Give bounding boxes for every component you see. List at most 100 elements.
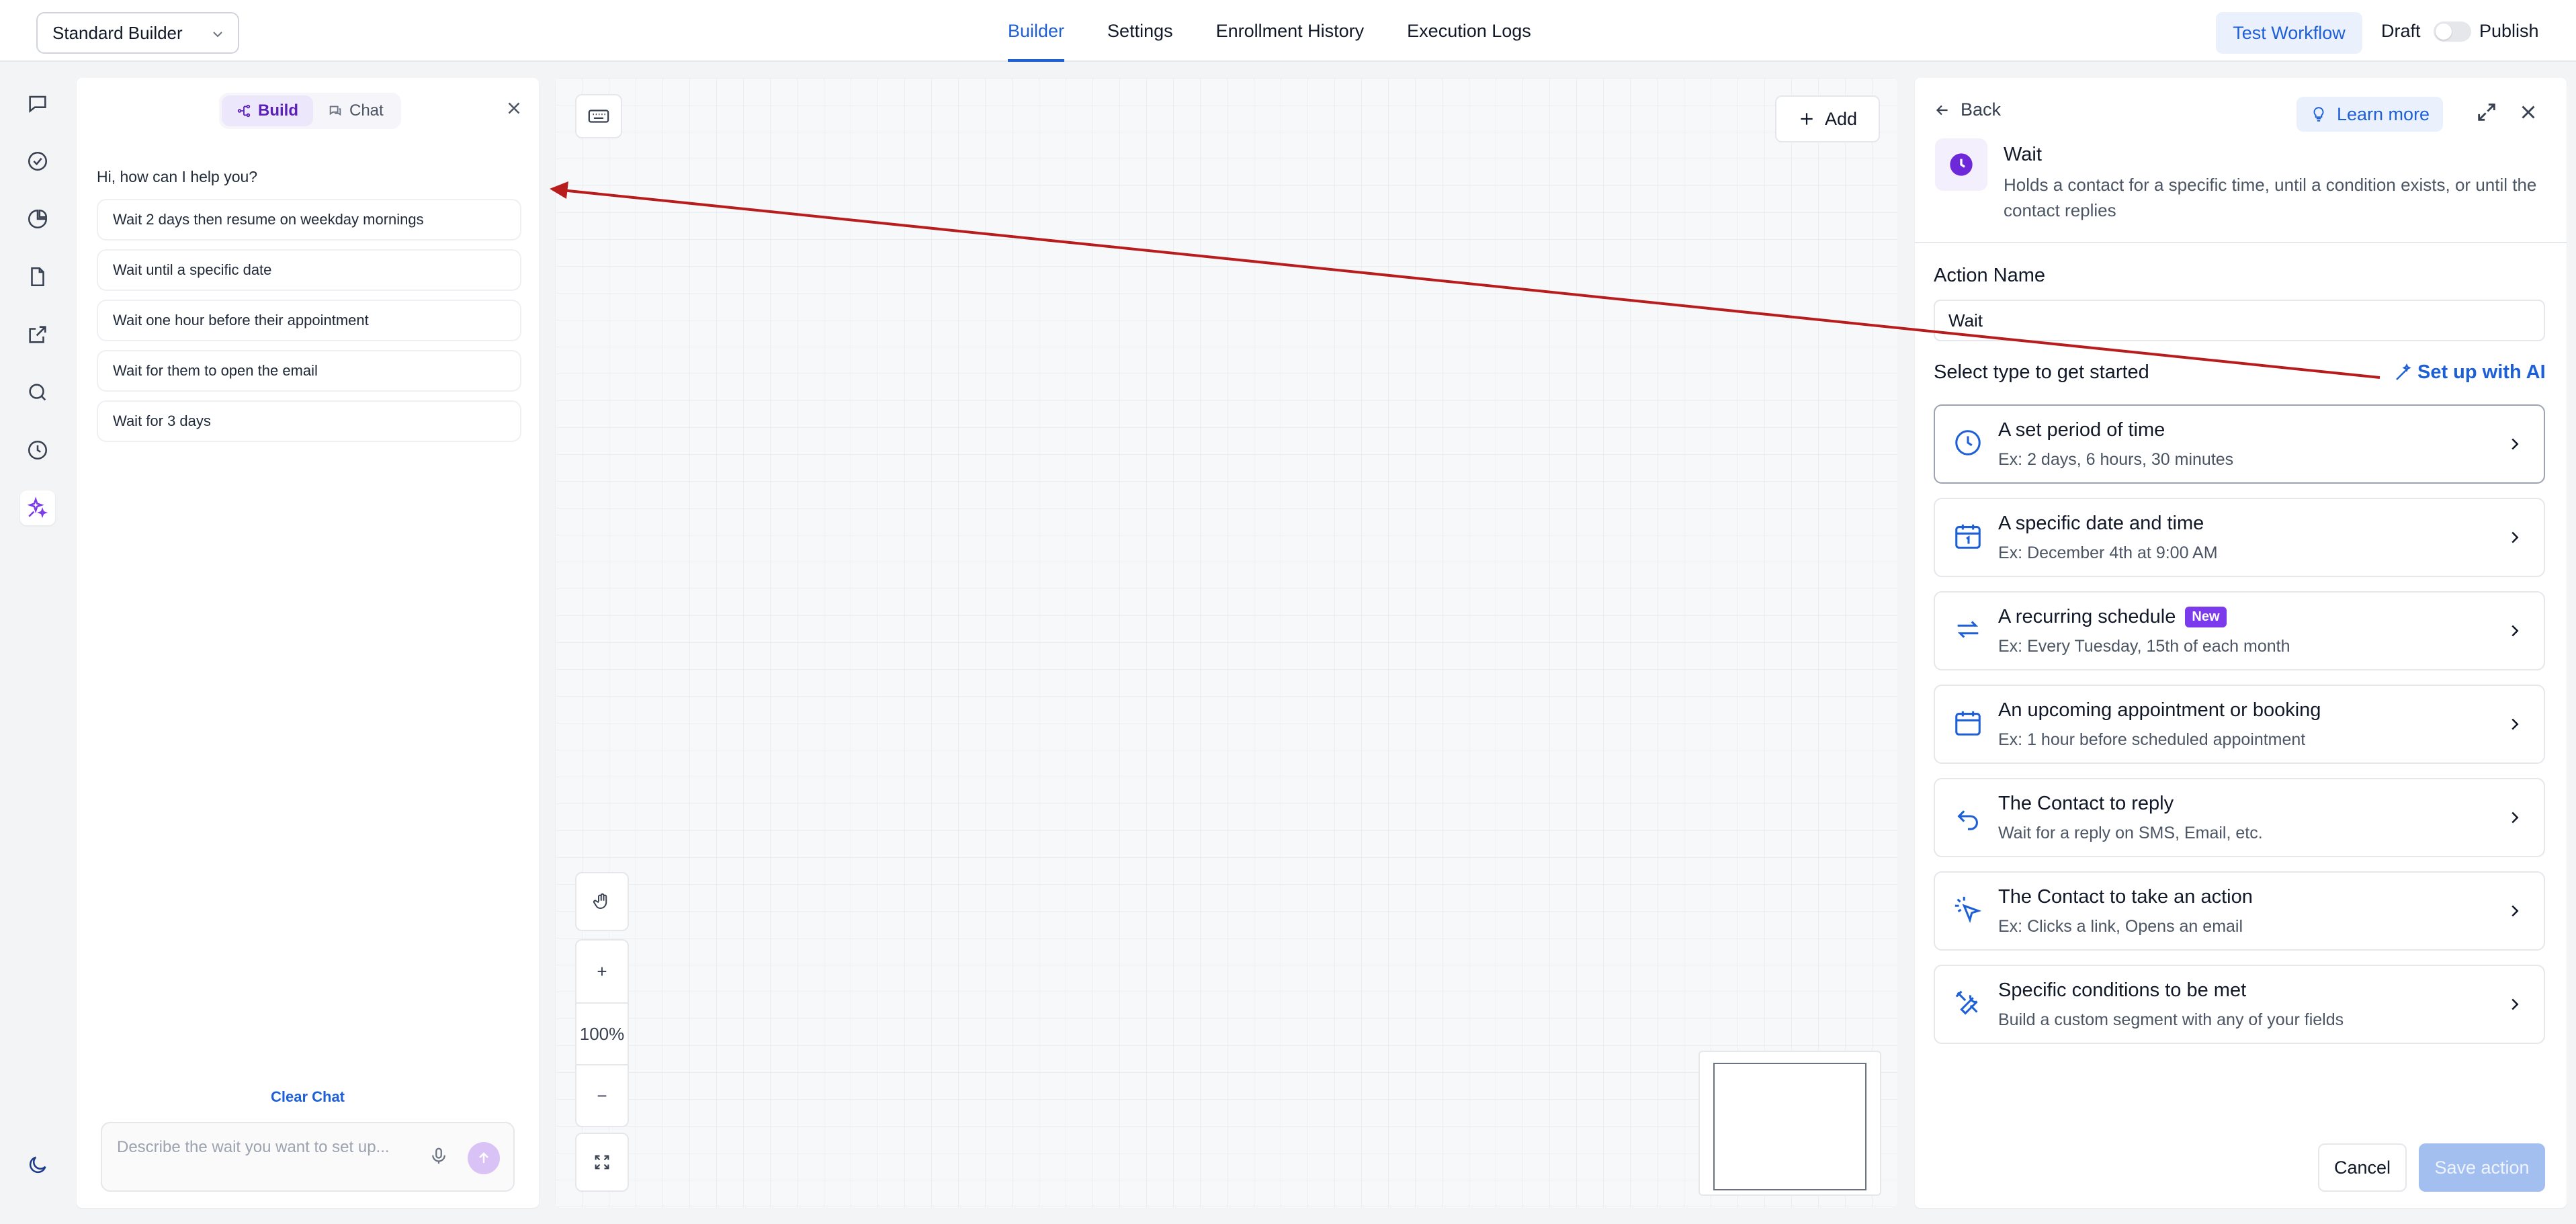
suggestion-text: Wait until a specific date — [113, 261, 272, 278]
arrow-left-icon — [1936, 105, 1948, 115]
tools-icon — [1952, 988, 1983, 1018]
option-contact-action[interactable]: The Contact to take an action Ex: Clicks… — [1934, 871, 2545, 951]
option-set-period[interactable]: A set period of time Ex: 2 days, 6 hours… — [1934, 404, 2545, 484]
back-label: Back — [1961, 99, 2002, 120]
test-workflow-button[interactable]: Test Workflow — [2216, 12, 2362, 54]
expand-icon[interactable] — [2475, 101, 2498, 124]
suggestion-chip[interactable]: Wait for them to open the email — [97, 350, 521, 392]
tab-execution-logs[interactable]: Execution Logs — [1407, 0, 1531, 62]
calendar-date-icon — [1952, 521, 1983, 552]
zoom-out-button[interactable]: − — [576, 1064, 628, 1126]
close-icon[interactable] — [504, 98, 524, 118]
hand-icon[interactable] — [576, 873, 628, 930]
moon-icon[interactable] — [20, 1147, 55, 1182]
option-specific-conditions[interactable]: Specific conditions to be met Build a cu… — [1934, 965, 2545, 1044]
tab-settings[interactable]: Settings — [1107, 0, 1173, 62]
zoom-level-value: 100% — [579, 1023, 625, 1044]
calendar-icon — [1952, 707, 1983, 738]
pan-tool[interactable] — [575, 872, 629, 931]
ai-prompt-placeholder: Describe the wait you want to set up... — [117, 1138, 390, 1156]
chat-tab[interactable]: Chat — [313, 95, 398, 126]
external-link-icon[interactable] — [20, 317, 55, 352]
zoom-out-label: − — [597, 1085, 607, 1106]
document-icon[interactable] — [20, 259, 55, 294]
cancel-button[interactable]: Cancel — [2318, 1143, 2407, 1192]
magic-wand-icon — [2396, 363, 2411, 380]
chevron-down-icon — [210, 26, 226, 42]
clear-chat-button[interactable]: Clear Chat — [77, 1088, 539, 1106]
option-subtitle: Build a custom segment with any of your … — [1998, 1010, 2344, 1029]
keyboard-shortcuts-button[interactable] — [575, 94, 622, 138]
lightbulb-icon — [2313, 107, 2324, 122]
setup-with-ai-label: Set up with AI — [2417, 361, 2546, 383]
add-button[interactable]: Add — [1775, 95, 1880, 142]
option-contact-reply[interactable]: The Contact to reply Wait for a reply on… — [1934, 778, 2545, 857]
tab-enrollment-history[interactable]: Enrollment History — [1216, 0, 1365, 62]
microphone-icon[interactable] — [429, 1146, 449, 1166]
ai-sparkle-icon[interactable] — [20, 490, 55, 525]
option-subtitle: Ex: December 4th at 9:00 AM — [1998, 543, 2218, 562]
suggestion-chip[interactable]: Wait until a specific date — [97, 249, 521, 291]
action-description: Holds a contact for a specific time, unt… — [2004, 175, 2537, 220]
tab-builder[interactable]: Builder — [1008, 0, 1065, 62]
option-title: An upcoming appointment or booking — [1998, 699, 2321, 721]
workflow-canvas[interactable]: Add + 100% − — [555, 78, 1897, 1208]
ai-greeting: Hi, how can I help you? — [97, 168, 258, 185]
fit-view-tool[interactable] — [575, 1133, 629, 1192]
divider — [1915, 242, 2567, 243]
zoom-in-button[interactable]: + — [576, 941, 628, 1002]
option-title: Specific conditions to be met — [1998, 979, 2247, 1001]
clear-chat-label: Clear Chat — [270, 1088, 345, 1105]
clock-icon — [1952, 427, 1983, 458]
learn-more-button[interactable]: Learn more — [2296, 97, 2444, 132]
pie-chart-icon[interactable] — [20, 202, 55, 236]
option-specific-date[interactable]: A specific date and time Ex: December 4t… — [1934, 498, 2545, 577]
ai-prompt-input[interactable]: Describe the wait you want to set up... — [101, 1122, 515, 1192]
cursor-click-icon — [1952, 894, 1983, 925]
chevron-right-icon — [2505, 807, 2525, 828]
canvas-minimap[interactable] — [1699, 1051, 1881, 1196]
tab-execution-logs-label: Execution Logs — [1407, 20, 1531, 41]
wait-type-options: A set period of time Ex: 2 days, 6 hours… — [1934, 404, 2545, 1058]
option-subtitle: Ex: 2 days, 6 hours, 30 minutes — [1998, 450, 2234, 469]
send-button[interactable] — [468, 1142, 500, 1174]
suggestion-chip[interactable]: Wait for 3 days — [97, 400, 521, 442]
back-button[interactable]: Back — [1934, 99, 2001, 120]
option-title: A set period of time — [1998, 419, 2165, 441]
save-action-button[interactable]: Save action — [2419, 1143, 2545, 1192]
build-tab[interactable]: Build — [222, 95, 313, 126]
reply-icon — [1952, 801, 1983, 832]
option-subtitle: Ex: Clicks a link, Opens an email — [1998, 917, 2243, 936]
minimap-viewport[interactable] — [1713, 1063, 1866, 1190]
left-icon-rail — [0, 63, 75, 1224]
plus-icon — [1801, 113, 1813, 125]
close-icon[interactable] — [2517, 101, 2540, 124]
option-title: A specific date and time — [1998, 513, 2204, 534]
option-title: The Contact to reply — [1998, 793, 2174, 814]
zoom-controls: + 100% − — [575, 939, 629, 1127]
check-circle-icon[interactable] — [20, 144, 55, 179]
setup-with-ai-link[interactable]: Set up with AI — [2393, 361, 2546, 384]
suggestion-chip[interactable]: Wait 2 days then resume on weekday morni… — [97, 199, 521, 241]
repeat-icon — [1952, 614, 1983, 645]
history-icon[interactable] — [20, 433, 55, 468]
build-flow-icon — [237, 103, 251, 118]
select-type-label: Select type to get started — [1934, 361, 2149, 383]
option-title: The Contact to take an action — [1998, 886, 2253, 908]
action-name-input[interactable]: Wait — [1934, 300, 2545, 341]
top-bar: Standard Builder Builder Settings Enroll… — [0, 0, 2576, 62]
chat-bubble-icon[interactable] — [20, 86, 55, 121]
publish-toggle[interactable] — [2434, 21, 2471, 42]
option-upcoming-appointment[interactable]: An upcoming appointment or booking Ex: 1… — [1934, 685, 2545, 764]
fit-view-icon[interactable] — [576, 1134, 628, 1190]
action-title: Wait — [2004, 144, 2042, 165]
search-icon[interactable] — [20, 375, 55, 410]
builder-type-select[interactable]: Standard Builder — [36, 12, 239, 54]
suggestion-chip[interactable]: Wait one hour before their appointment — [97, 300, 521, 341]
suggestion-text: Wait for them to open the email — [113, 362, 318, 379]
main-nav-tabs: Builder Settings Enrollment History Exec… — [1008, 0, 1574, 62]
builder-type-value: Standard Builder — [52, 22, 183, 43]
suggestion-list: Wait 2 days then resume on weekday morni… — [97, 199, 521, 451]
suggestion-text: Wait one hour before their appointment — [113, 312, 369, 329]
option-recurring-schedule[interactable]: A recurring schedule New Ex: Every Tuesd… — [1934, 591, 2545, 670]
